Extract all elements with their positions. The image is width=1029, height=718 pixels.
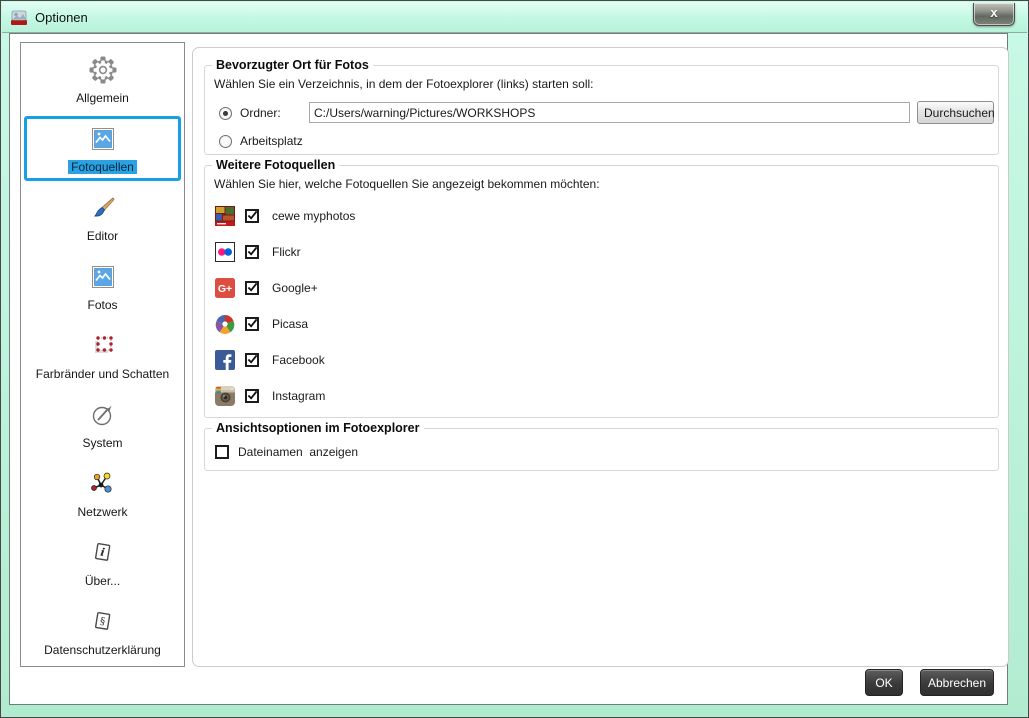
workspace-radio[interactable]	[219, 135, 232, 148]
instagram-checkbox[interactable]	[245, 389, 259, 403]
sidebar-item-label: Allgemein	[76, 91, 129, 105]
workspace-radio-row: Arbeitsplatz	[219, 131, 303, 151]
group-view-options: Ansichtsoptionen im Fotoexplorer Dateina…	[204, 428, 999, 471]
source-row-googleplus: G+ Google+	[215, 276, 318, 300]
gear-icon	[88, 55, 118, 85]
flickr-icon	[215, 242, 235, 262]
cewe-checkbox[interactable]	[245, 209, 259, 223]
network-nodes-icon	[89, 469, 116, 499]
instagram-icon	[215, 386, 235, 406]
photo-source-icon	[92, 124, 114, 154]
source-label: Google+	[272, 281, 318, 295]
group-preferred-location: Bevorzugter Ort für Fotos Wählen Sie ein…	[204, 65, 999, 155]
sidebar-item-farbraender[interactable]: Farbränder und Schatten	[24, 323, 181, 388]
app-logo-icon	[10, 8, 28, 26]
cewe-myphotos-icon	[215, 206, 235, 226]
source-label: Facebook	[272, 353, 325, 367]
workspace-radio-label: Arbeitsplatz	[240, 134, 303, 148]
options-dialog: Optionen x	[0, 0, 1029, 718]
dialog-footer: OK Abbrechen	[865, 669, 994, 696]
system-dial-icon	[90, 400, 116, 430]
location-description: Wählen Sie ein Verzeichnis, in dem der F…	[214, 77, 594, 91]
source-row-cewe: cewe myphotos	[215, 204, 355, 228]
source-row-flickr: Flickr	[215, 240, 301, 264]
facebook-checkbox[interactable]	[245, 353, 259, 367]
sidebar-item-datenschutz[interactable]: § Datenschutzerklärung	[24, 599, 181, 664]
sidebar-item-editor[interactable]: Editor	[24, 185, 181, 250]
window-title: Optionen	[35, 10, 88, 25]
group-title: Ansichtsoptionen im Fotoexplorer	[212, 421, 424, 435]
browse-button[interactable]: Durchsuchen	[917, 101, 994, 124]
googleplus-checkbox[interactable]	[245, 281, 259, 295]
sidebar-item-label: Netzwerk	[77, 505, 127, 519]
sources-description: Wählen Sie hier, welche Fotoquellen Sie …	[214, 177, 600, 191]
sidebar-item-label: Datenschutzerklärung	[44, 643, 161, 657]
cancel-button[interactable]: Abbrechen	[920, 669, 994, 696]
source-row-picasa: Picasa	[215, 312, 308, 336]
sidebar-item-allgemein[interactable]: Allgemein	[24, 47, 181, 112]
sidebar-item-system[interactable]: System	[24, 392, 181, 457]
sidebar-item-fotoquellen[interactable]: Fotoquellen	[24, 116, 181, 181]
source-row-facebook: Facebook	[215, 348, 325, 372]
source-label: Instagram	[272, 389, 325, 403]
group-title: Bevorzugter Ort für Fotos	[212, 58, 373, 72]
photo-icon	[92, 262, 114, 292]
group-photo-sources: Weitere Fotoquellen Wählen Sie hier, wel…	[204, 165, 999, 418]
svg-text:G+: G+	[218, 283, 232, 295]
filenames-checkbox-label: Dateinamen anzeigen	[238, 445, 358, 459]
sidebar-item-label: System	[82, 436, 122, 450]
sidebar-item-label: Über...	[85, 574, 120, 588]
category-sidebar: Allgemein Fotoquellen	[20, 42, 185, 667]
brush-icon	[90, 193, 116, 223]
paragraph-document-icon: §	[91, 607, 115, 637]
folder-radio-row: Ordner:	[219, 103, 281, 123]
sidebar-item-label: Fotoquellen	[68, 160, 137, 174]
picasa-checkbox[interactable]	[245, 317, 259, 331]
selection-frame-icon	[90, 331, 116, 361]
source-label: Picasa	[272, 317, 308, 331]
sidebar-item-netzwerk[interactable]: Netzwerk	[24, 461, 181, 526]
info-document-icon: i	[91, 538, 115, 568]
picasa-icon	[215, 314, 235, 334]
sidebar-item-fotos[interactable]: Fotos	[24, 254, 181, 319]
dialog-content: Allgemein Fotoquellen	[9, 33, 1008, 705]
filenames-checkbox[interactable]	[215, 445, 229, 459]
sidebar-item-label: Editor	[87, 229, 118, 243]
folder-radio-label: Ordner:	[240, 106, 281, 120]
source-label: cewe myphotos	[272, 209, 355, 223]
sidebar-item-label: Fotos	[87, 298, 117, 312]
settings-panel: Bevorzugter Ort für Fotos Wählen Sie ein…	[192, 47, 1009, 667]
source-row-instagram: Instagram	[215, 384, 325, 408]
sidebar-item-ueber[interactable]: i Über...	[24, 530, 181, 595]
folder-radio[interactable]	[219, 107, 232, 120]
source-label: Flickr	[272, 245, 301, 259]
filenames-row: Dateinamen anzeigen	[215, 445, 358, 459]
folder-path-input[interactable]	[309, 102, 910, 123]
flickr-checkbox[interactable]	[245, 245, 259, 259]
ok-button[interactable]: OK	[865, 669, 903, 696]
sidebar-item-label: Farbränder und Schatten	[36, 367, 169, 381]
facebook-icon	[215, 350, 235, 370]
group-title: Weitere Fotoquellen	[212, 158, 339, 172]
titlebar: Optionen x	[2, 2, 1027, 33]
close-button[interactable]: x	[973, 3, 1015, 26]
googleplus-icon: G+	[215, 278, 235, 298]
